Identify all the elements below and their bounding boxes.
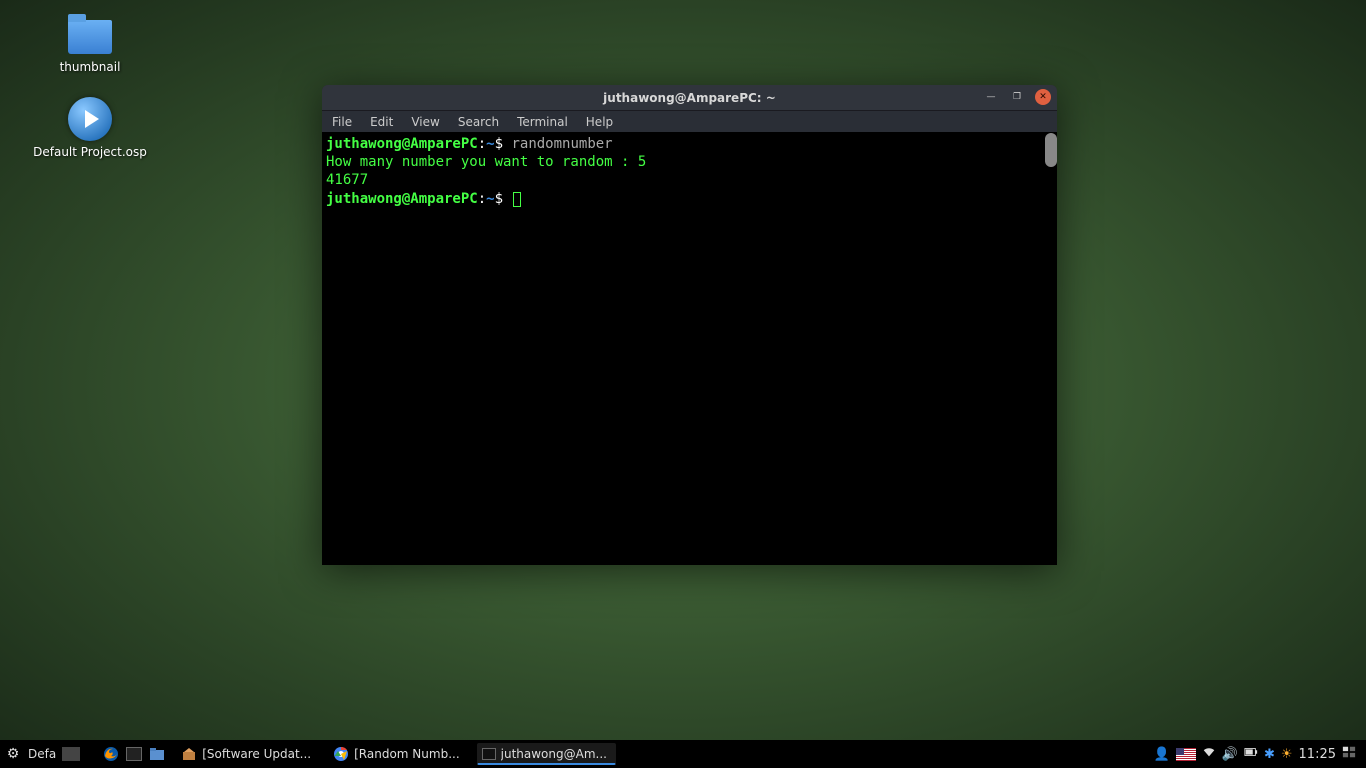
desktop-icon-label: thumbnail [30,60,150,74]
taskbar-item-terminal[interactable]: juthawong@Am... [477,743,616,765]
prompt-path: ~ [486,136,494,152]
desktop-icon-folder[interactable]: thumbnail [30,12,150,74]
show-desktop-icon[interactable] [62,747,80,761]
taskbar: [Software Updat... [Random Numb... jutha… [176,743,1149,765]
close-button[interactable] [1035,89,1051,105]
terminal-output: 41677 [326,171,1053,189]
prompt-sign: $ [495,136,503,152]
menu-file[interactable]: File [332,115,352,129]
chrome-icon [333,746,349,762]
play-icon [68,97,112,141]
taskbar-item-updater[interactable]: [Software Updat... [176,743,320,765]
prompt-user: juthawong@AmparePC [326,136,478,152]
menu-terminal[interactable]: Terminal [517,115,568,129]
taskbar-item-label: [Software Updat... [202,747,311,761]
prompt-user: juthawong@AmparePC [326,191,478,207]
workspace-icon[interactable] [1342,745,1356,763]
bottom-panel: ⚙ Defa [Software Updat... [Random Numb..… [0,740,1366,768]
system-tray: 👤 🔊 ✱ ☀ 11:25 [1154,745,1362,763]
terminal-line: juthawong@AmparePC:~$ randomnumber [326,135,1053,153]
terminal-line: juthawong@AmparePC:~$ [326,190,1053,208]
prompt-path: ~ [486,191,494,207]
cursor-icon [513,192,521,207]
scrollbar[interactable] [1045,133,1057,167]
terminal-icon [482,748,496,760]
prompt-sep: : [478,136,486,152]
files-icon[interactable] [148,745,166,763]
taskbar-item-label: [Random Numb... [354,747,460,761]
minimize-button[interactable] [983,89,999,105]
prompt-sign: $ [495,191,503,207]
firefox-icon[interactable] [102,745,120,763]
folder-icon [68,20,112,54]
menu-view[interactable]: View [411,115,439,129]
menu-search[interactable]: Search [458,115,499,129]
bluetooth-icon[interactable]: ✱ [1264,747,1275,762]
panel-menu-label[interactable]: Defa [28,747,56,761]
terminal-launcher-icon[interactable] [126,747,142,761]
wifi-icon[interactable] [1202,745,1216,763]
panel-left: ⚙ Defa [4,745,166,763]
taskbar-item-browser[interactable]: [Random Numb... [328,743,469,765]
desktop-icon-label: Default Project.osp [30,145,150,159]
update-icon [181,746,197,762]
menubar: File Edit View Search Terminal Help [322,111,1057,133]
taskbar-item-label: juthawong@Am... [501,747,607,761]
menu-help[interactable]: Help [586,115,613,129]
user-icon[interactable]: 👤 [1154,747,1170,762]
desktop-icon-project[interactable]: Default Project.osp [30,95,150,159]
maximize-button[interactable] [1009,89,1025,105]
battery-icon[interactable] [1244,745,1258,763]
keyboard-layout-icon[interactable] [1176,748,1196,761]
brightness-icon[interactable]: ☀ [1281,747,1293,762]
window-controls [983,89,1051,105]
terminal-command: randomnumber [511,136,612,152]
menu-edit[interactable]: Edit [370,115,393,129]
settings-icon[interactable]: ⚙ [4,745,22,763]
prompt-sep: : [478,191,486,207]
window-title: juthawong@AmparePC: ~ [322,91,1057,105]
terminal-window: juthawong@AmparePC: ~ File Edit View Sea… [322,85,1057,565]
terminal-body[interactable]: juthawong@AmparePC:~$ randomnumber How m… [322,133,1057,565]
titlebar[interactable]: juthawong@AmparePC: ~ [322,85,1057,111]
clock[interactable]: 11:25 [1299,747,1336,762]
terminal-output: How many number you want to random : 5 [326,153,1053,171]
volume-icon[interactable]: 🔊 [1222,747,1238,762]
